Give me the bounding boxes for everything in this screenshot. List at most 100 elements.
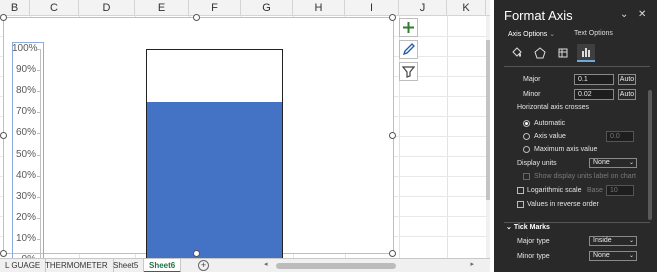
pane-scrollbar[interactable] xyxy=(648,70,652,272)
effects-icon[interactable] xyxy=(531,44,549,62)
tick-marks-heading[interactable]: ⌄ Tick Marks xyxy=(506,223,550,231)
resize-handle[interactable] xyxy=(389,14,396,21)
log-scale-checkbox[interactable] xyxy=(517,187,524,194)
y-tick-mark xyxy=(37,154,41,156)
pane-divider xyxy=(504,66,650,67)
bar-outline[interactable] xyxy=(146,49,283,258)
crosses-automatic-radio[interactable] xyxy=(523,120,530,127)
sheet-tab-active[interactable]: Sheet6 xyxy=(144,259,182,272)
pane-title: Format Axis xyxy=(504,8,573,23)
y-tick-label: 20% xyxy=(15,211,36,223)
resize-handle[interactable] xyxy=(0,14,7,21)
tab-text-options[interactable]: Text Options xyxy=(574,30,613,37)
minor-auto-button[interactable]: Auto xyxy=(618,89,636,100)
chart-area[interactable]: 100%90%80%70%60%50%40%30%20%10%0% xyxy=(3,17,394,258)
major-unit-input[interactable]: 0.1 xyxy=(574,74,614,85)
display-units-dropdown[interactable]: None ⌄ xyxy=(589,158,637,168)
y-tick-mark xyxy=(37,175,41,177)
column-header-row: B C D E F G H I J K xyxy=(0,0,490,16)
fill-line-icon[interactable] xyxy=(508,44,526,62)
bar-fill[interactable] xyxy=(147,102,282,258)
chevron-down-icon: ⌄ xyxy=(628,160,634,166)
resize-handle[interactable] xyxy=(389,250,396,257)
minor-type-value: None xyxy=(593,252,610,259)
resize-handle[interactable] xyxy=(389,132,396,139)
log-base-label: Base xyxy=(587,187,603,194)
reverse-order-label[interactable]: Values in reverse order xyxy=(527,201,599,208)
crosses-automatic-label[interactable]: Automatic xyxy=(534,120,565,127)
minor-type-dropdown[interactable]: None ⌄ xyxy=(589,251,637,261)
col-header-h[interactable]: H xyxy=(293,0,345,16)
chevron-down-icon: ⌄ xyxy=(549,31,556,38)
pane-scrollbar-thumb[interactable] xyxy=(648,90,652,220)
sheet-tabs-bar: L GUAGE THERMOMETER Sheet5 Sheet6 + ◂ ▸ xyxy=(0,258,490,272)
resize-handle[interactable] xyxy=(0,250,7,257)
y-tick-label: 90% xyxy=(15,64,36,76)
reverse-order-checkbox[interactable] xyxy=(517,201,524,208)
minor-unit-input[interactable]: 0.02 xyxy=(574,89,614,100)
crosses-axis-value-radio[interactable] xyxy=(523,133,530,140)
crosses-axis-value-input[interactable]: 0.0 xyxy=(606,131,634,142)
scroll-left-icon[interactable]: ◂ xyxy=(264,260,268,268)
y-tick-label: 80% xyxy=(15,85,36,97)
horizontal-scrollbar-thumb[interactable] xyxy=(276,263,396,269)
y-tick-label: 60% xyxy=(15,127,36,139)
log-base-input[interactable]: 10 xyxy=(606,185,634,196)
y-tick-mark xyxy=(37,112,41,114)
crosses-max-radio[interactable] xyxy=(523,146,530,153)
chart-filters-icon[interactable] xyxy=(399,62,418,81)
vertical-scrollbar-thumb[interactable] xyxy=(486,40,490,200)
pane-options-chevron-icon[interactable]: ⌄ xyxy=(620,9,628,20)
resize-handle[interactable] xyxy=(0,132,7,139)
worksheet[interactable]: B C D E F G H I J K 100% 90% 80% 70% 60%… xyxy=(0,0,490,258)
y-tick-mark xyxy=(37,238,41,240)
major-type-value: Inside xyxy=(593,237,612,244)
display-units-value: None xyxy=(593,159,610,166)
resize-handle[interactable] xyxy=(193,250,200,257)
axis-options-icon[interactable] xyxy=(577,44,595,62)
add-sheet-icon[interactable]: + xyxy=(198,260,209,271)
col-header-e[interactable]: E xyxy=(135,0,189,16)
display-units-label: Display units xyxy=(517,160,557,167)
vertical-scrollbar[interactable] xyxy=(486,16,490,258)
show-units-label-checkbox[interactable] xyxy=(523,173,530,180)
scroll-right-icon[interactable]: ▸ xyxy=(470,260,474,268)
show-units-label-text: Show display units label on chart xyxy=(534,173,636,180)
major-type-dropdown[interactable]: Inside ⌄ xyxy=(589,236,637,246)
minor-unit-label: Minor xyxy=(523,91,541,98)
col-header-c[interactable]: C xyxy=(30,0,79,16)
tab-axis-options-label: Axis Options xyxy=(508,31,548,38)
y-tick-label: 70% xyxy=(15,106,36,118)
y-tick-label: 30% xyxy=(15,190,36,202)
chevron-down-icon: ⌄ xyxy=(628,238,634,244)
chevron-down-icon: ⌄ xyxy=(506,224,514,231)
minor-type-label: Minor type xyxy=(517,253,550,260)
size-properties-icon[interactable] xyxy=(554,44,572,62)
chart-elements-icon[interactable] xyxy=(399,18,418,37)
vertical-axis-line xyxy=(40,49,41,258)
tab-axis-options[interactable]: Axis Options ⌄ xyxy=(508,30,555,38)
chart-styles-icon[interactable] xyxy=(399,40,418,59)
format-axis-pane: Format Axis ⌄ ✕ Axis Options ⌄ Text Opti… xyxy=(494,0,657,272)
major-unit-label: Major xyxy=(523,76,541,83)
col-header-j[interactable]: J xyxy=(399,0,447,16)
crosses-axis-value-label[interactable]: Axis value xyxy=(534,133,566,140)
col-header-g[interactable]: G xyxy=(241,0,293,16)
major-auto-button[interactable]: Auto xyxy=(618,74,636,85)
excel-window: B C D E F G H I J K 100% 90% 80% 70% 60%… xyxy=(0,0,657,272)
sheet-tab[interactable]: THERMOMETER xyxy=(40,259,114,272)
sheet-tab[interactable]: Sheet5 xyxy=(108,259,145,272)
col-header-d[interactable]: D xyxy=(79,0,135,16)
y-tick-mark xyxy=(37,217,41,219)
crosses-max-label[interactable]: Maximum axis value xyxy=(534,146,597,153)
close-icon[interactable]: ✕ xyxy=(638,9,646,20)
y-tick-mark xyxy=(37,49,41,50)
gridline xyxy=(447,16,448,258)
log-scale-label[interactable]: Logarithmic scale xyxy=(527,187,581,194)
y-tick-mark xyxy=(37,133,41,135)
tick-marks-heading-label: Tick Marks xyxy=(513,224,550,231)
col-header-k[interactable]: K xyxy=(447,0,486,16)
y-tick-label: 10% xyxy=(15,232,36,244)
horizontal-scrollbar[interactable]: ◂ ▸ xyxy=(264,260,474,270)
resize-handle[interactable] xyxy=(193,14,200,21)
